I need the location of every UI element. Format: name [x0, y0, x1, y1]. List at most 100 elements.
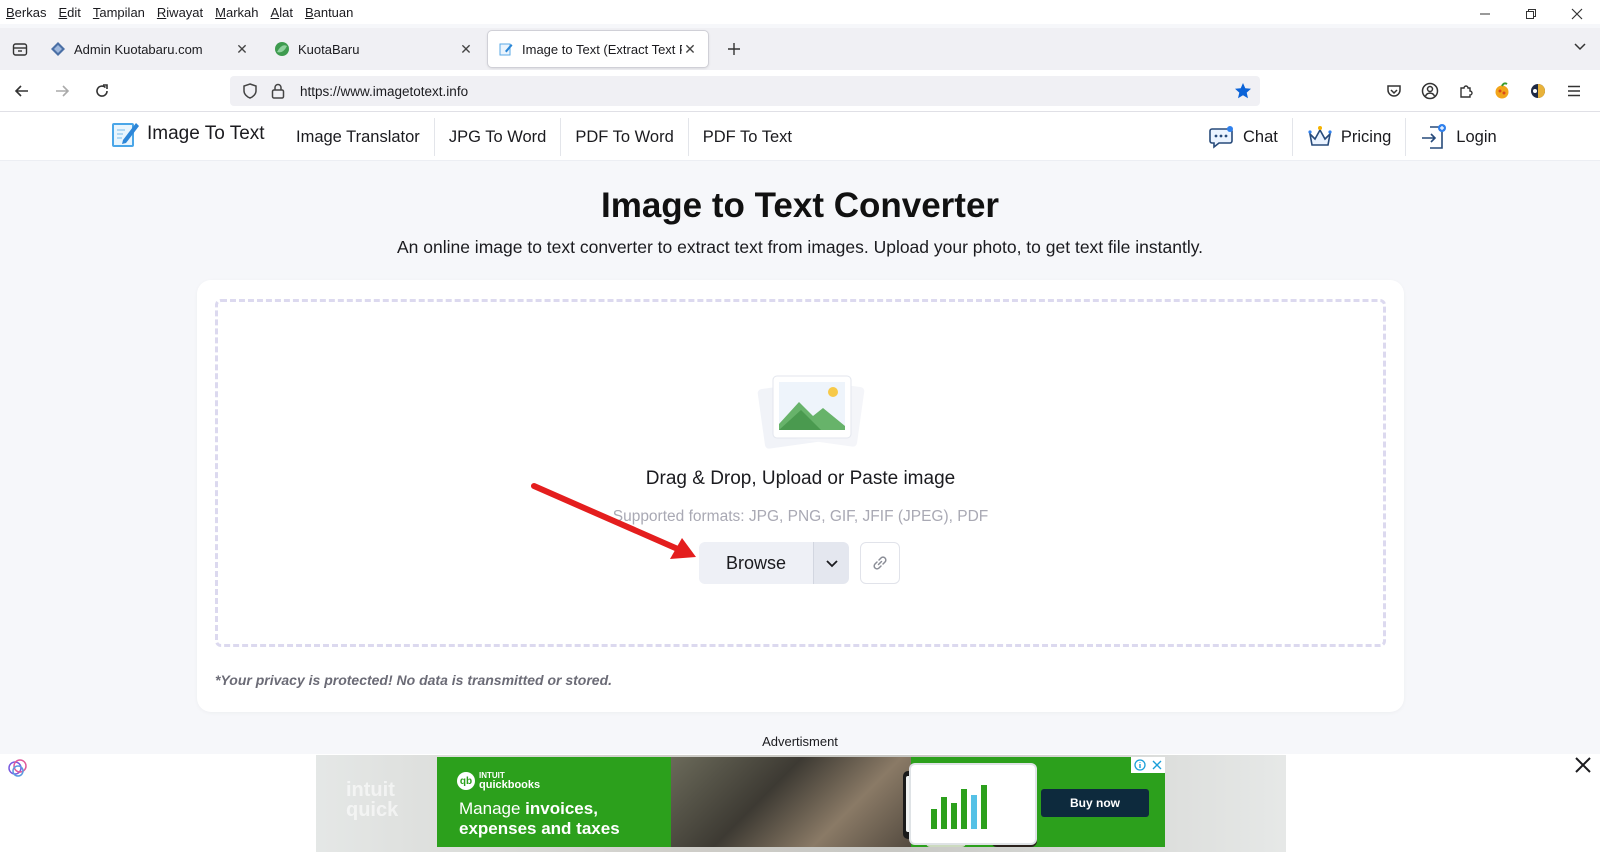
extensions-button[interactable]: [1448, 75, 1484, 107]
page-title: Image to Text Converter: [600, 186, 1000, 225]
main-nav: Image Translator JPG To Word PDF To Word…: [282, 117, 806, 157]
firefox-view-button[interactable]: [0, 28, 40, 70]
plus-icon: [728, 43, 740, 55]
site-header: Image To Text Image Translator JPG To Wo…: [0, 112, 1600, 161]
menu-alat[interactable]: Alat: [271, 5, 293, 20]
menu-bantuan[interactable]: Bantuan: [305, 5, 353, 20]
pocket-button[interactable]: [1376, 75, 1412, 107]
login-arrow-icon: [1422, 124, 1447, 149]
menu-edit[interactable]: Edit: [58, 5, 80, 20]
close-icon: [1571, 8, 1583, 20]
link-icon: [873, 556, 887, 570]
ad-choices[interactable]: [1131, 757, 1165, 773]
chat-label: Chat: [1243, 127, 1278, 146]
back-button[interactable]: [4, 75, 40, 107]
extension-dot-button[interactable]: [1520, 75, 1556, 107]
list-all-tabs-button[interactable]: [1572, 38, 1588, 59]
nav-jpg-to-word[interactable]: JPG To Word: [435, 118, 562, 156]
pricing-link[interactable]: Pricing: [1293, 118, 1407, 156]
reload-button[interactable]: [84, 75, 120, 107]
ad-dashboard-graphic: [911, 765, 1035, 843]
supported-formats: Supported formats: JPG, PNG, GIF, JFIF (…: [612, 508, 989, 525]
tab-kuotabaru[interactable]: KuotaBaru ✕: [264, 31, 484, 67]
header-actions: Chat Pricing Login: [1195, 117, 1511, 157]
site-logo[interactable]: Image To Text: [111, 120, 265, 148]
menubar: Berkas Edit Tampilan Riwayat Markah Alat…: [0, 0, 1600, 24]
close-window-button[interactable]: [1554, 0, 1600, 28]
menu-markah[interactable]: Markah: [215, 5, 258, 20]
ad-close-icon[interactable]: [1152, 760, 1162, 770]
chat-link[interactable]: Chat: [1195, 118, 1293, 156]
logo-text: Image To Text: [147, 123, 265, 144]
browse-button[interactable]: Browse: [699, 542, 813, 584]
close-ad-button[interactable]: [1574, 756, 1592, 780]
pocket-icon: [1387, 85, 1401, 97]
drop-zone[interactable]: Drag & Drop, Upload or Paste image Suppo…: [215, 299, 1386, 647]
drop-zone-instructions: Drag & Drop, Upload or Paste image: [645, 468, 956, 489]
tab-title: Admin Kuotabaru.com: [74, 41, 203, 57]
ad-photo: [671, 757, 1037, 847]
ad-buy-now-button[interactable]: Buy now: [1041, 789, 1149, 817]
url-text[interactable]: https://www.imagetotext.info: [300, 84, 468, 99]
privacy-note: *Your privacy is protected! No data is t…: [215, 672, 613, 688]
browse-dropdown-button[interactable]: [813, 542, 849, 584]
image-placeholder-icon: [757, 375, 865, 449]
ad-headline-bold: invoices,: [525, 799, 598, 818]
tracking-shield-icon[interactable]: [238, 83, 262, 99]
upload-card: Drag & Drop, Upload or Paste image Suppo…: [197, 280, 1404, 712]
ad-headline: Manage invoices, expenses and taxes: [459, 799, 620, 839]
nav-pdf-to-text[interactable]: PDF To Text: [689, 118, 806, 156]
toolbar-right: [1376, 75, 1592, 107]
menu-tampilan[interactable]: Tampilan: [93, 5, 145, 20]
tab-close-icon[interactable]: ✕: [234, 41, 250, 58]
menu-berkas[interactable]: Berkas: [6, 5, 46, 20]
leaf-favicon-icon: [274, 41, 290, 57]
ad-headline-bold: expenses and taxes: [459, 819, 620, 838]
lock-icon[interactable]: [266, 83, 290, 99]
ad-brand: quickbooks: [479, 779, 541, 791]
fruit-extension-icon: [1495, 82, 1509, 99]
nav-pdf-to-word[interactable]: PDF To Word: [561, 118, 689, 156]
restore-button[interactable]: [1508, 0, 1554, 28]
dark-circle-extension-icon: [1531, 84, 1545, 98]
minimize-icon: [1480, 13, 1490, 15]
ad-headline-text: Manage: [459, 799, 526, 818]
crown-icon: [1308, 126, 1332, 146]
login-link[interactable]: Login: [1406, 118, 1510, 156]
notepad-pencil-logo-icon: [112, 123, 139, 147]
nav-image-translator[interactable]: Image Translator: [282, 118, 435, 156]
login-label: Login: [1456, 127, 1497, 146]
bookmark-star-icon[interactable]: [1234, 82, 1252, 103]
chevron-down-icon: [825, 560, 838, 568]
extension-fruit-button[interactable]: [1484, 75, 1520, 107]
nav-toolbar: https://www.imagetotext.info: [0, 70, 1600, 112]
ad-widget-swirl-icon[interactable]: [6, 756, 30, 780]
ad-background-brand: intuit quick: [346, 780, 398, 820]
close-icon: [1575, 757, 1591, 773]
diamond-favicon-icon: [50, 41, 66, 57]
app-menu-button[interactable]: [1556, 75, 1592, 107]
red-arrow-annotation-icon: [531, 483, 696, 559]
browse-group: Browse: [699, 542, 900, 584]
paste-url-button[interactable]: [860, 542, 900, 584]
account-button[interactable]: [1412, 75, 1448, 107]
tab-image-to-text[interactable]: Image to Text (Extract Text From ✕: [488, 31, 708, 67]
tab-close-icon[interactable]: ✕: [682, 41, 698, 58]
url-bar[interactable]: https://www.imagetotext.info: [230, 76, 1260, 106]
restore-icon: [1526, 9, 1536, 19]
ad-banner[interactable]: qb INTUIT quickbooks Manage invoices, ex…: [437, 757, 1165, 847]
tab-close-icon[interactable]: ✕: [458, 41, 474, 58]
ad-quickbooks-logo: qb INTUIT quickbooks: [457, 771, 540, 791]
hamburger-icon: [1568, 85, 1580, 97]
minimize-button[interactable]: [1462, 0, 1508, 28]
menu-riwayat[interactable]: Riwayat: [157, 5, 203, 20]
reload-icon: [96, 83, 108, 97]
tab-title: KuotaBaru: [298, 41, 360, 57]
pricing-label: Pricing: [1340, 127, 1392, 146]
forward-button[interactable]: [44, 75, 80, 107]
tab-admin-kuotabaru[interactable]: Admin Kuotabaru.com ✕: [40, 31, 260, 67]
firefox-view-icon: [12, 43, 28, 56]
account-icon: [1421, 82, 1439, 100]
new-tab-button[interactable]: [718, 33, 750, 65]
puzzle-icon: [1460, 85, 1473, 98]
